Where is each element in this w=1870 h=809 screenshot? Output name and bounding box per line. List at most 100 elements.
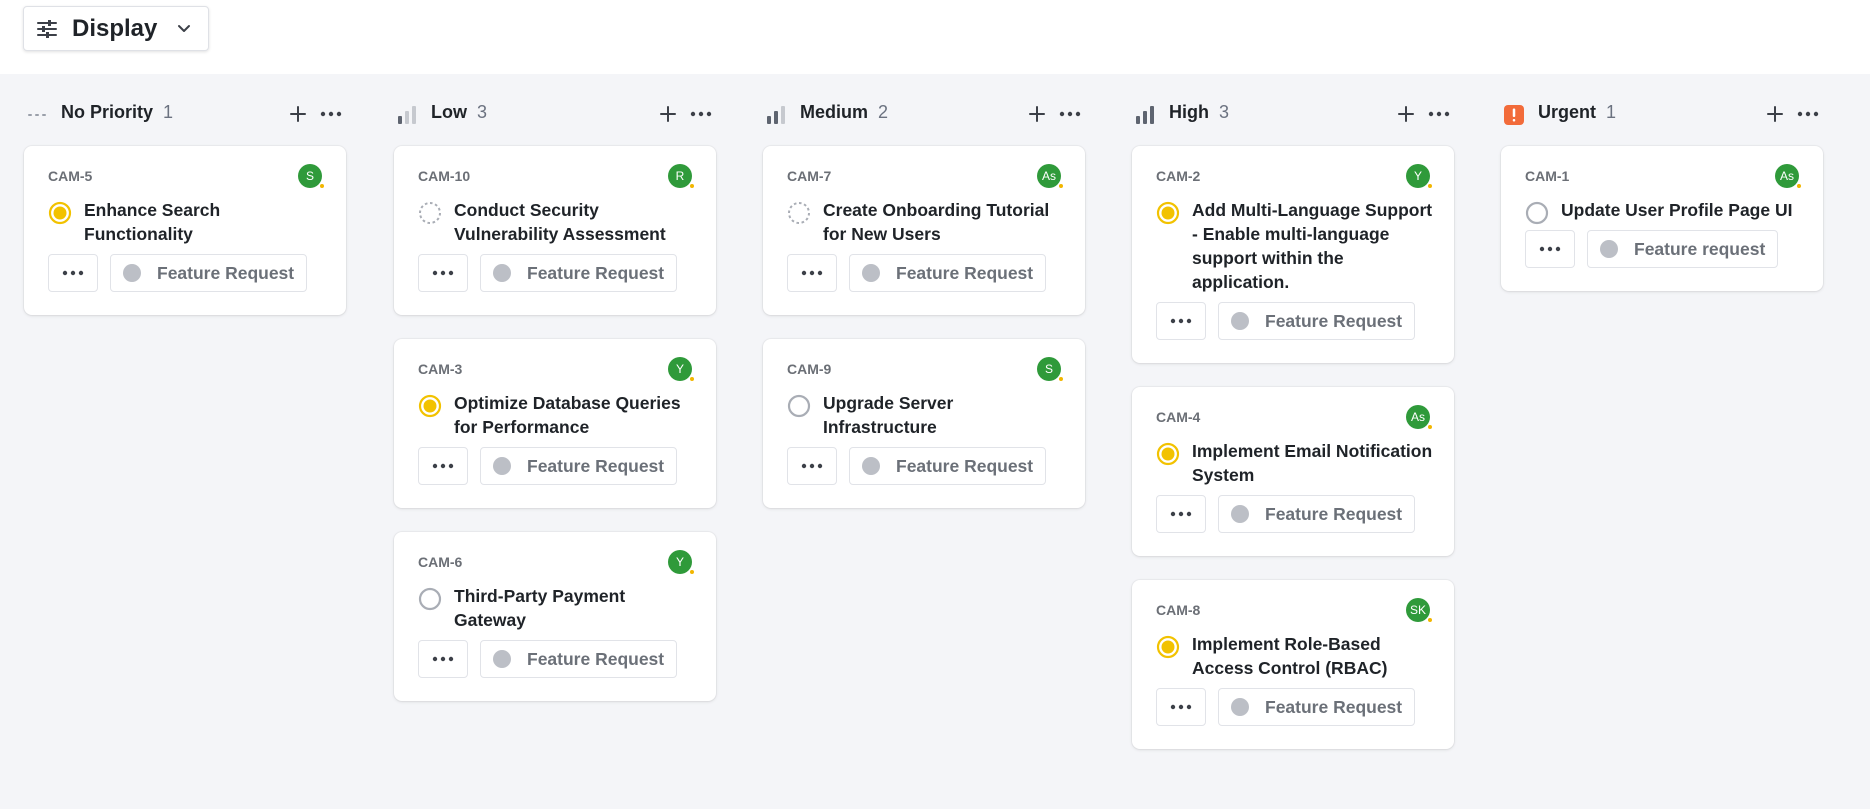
todo-status-icon[interactable] [418, 587, 442, 611]
priority-high-icon [1134, 104, 1156, 126]
issue-title[interactable]: Third-Party Payment Gateway [454, 584, 700, 632]
label-chip[interactable]: Feature Request [1218, 495, 1416, 533]
backlog-status-icon[interactable] [787, 201, 811, 225]
top-bar: Display [0, 0, 1870, 74]
more-horizontal-icon [1539, 246, 1561, 252]
label-text: Feature Request [896, 455, 1034, 476]
tune-icon [36, 18, 58, 40]
in-progress-status-icon[interactable] [1156, 442, 1180, 466]
plus-icon [1766, 105, 1784, 123]
avatar[interactable]: Y [668, 357, 695, 382]
issue-title[interactable]: Optimize Database Queries for Performanc… [454, 391, 700, 439]
in-progress-status-icon[interactable] [418, 394, 442, 418]
label-text: Feature Request [157, 262, 295, 283]
display-button[interactable]: Display [23, 6, 209, 51]
issue-card[interactable]: CAM-6 Y Third-Party Payment Gateway Feature… [394, 532, 716, 701]
issue-title[interactable]: Implement Email Notification System [1192, 439, 1438, 487]
add-issue-button[interactable] [1394, 102, 1418, 126]
more-horizontal-icon [432, 463, 454, 469]
issue-more-button[interactable] [418, 640, 468, 678]
avatar-initials: R [675, 169, 685, 183]
avatar-initials: Y [1413, 169, 1422, 183]
issue-card[interactable]: CAM-10 R Conduct Security Vulnerability As… [394, 146, 716, 315]
avatar[interactable]: As [1406, 405, 1433, 430]
more-horizontal-icon [690, 111, 712, 117]
label-dot-icon [123, 264, 141, 282]
issue-title[interactable]: Conduct Security Vulnerability Assessmen… [454, 198, 700, 246]
label-chip[interactable]: Feature Request [849, 447, 1047, 485]
issue-card[interactable]: CAM-8 SK Implement Role-Based Access Contr… [1132, 580, 1454, 749]
issue-more-button[interactable] [787, 447, 837, 485]
column-more-button[interactable] [1426, 102, 1452, 126]
issue-card[interactable]: CAM-7 As Create Onboarding Tutorial for Ne… [763, 146, 1085, 315]
issue-more-button[interactable] [1156, 688, 1206, 726]
avatar[interactable]: SK [1406, 598, 1433, 623]
column-header: Low 3 [394, 96, 716, 132]
in-progress-status-icon[interactable] [1156, 635, 1180, 659]
label-chip[interactable]: Feature Request [480, 640, 678, 678]
issue-title[interactable]: Add Multi-Language Support - Enable mult… [1192, 198, 1438, 294]
issue-title[interactable]: Create Onboarding Tutorial for New Users [823, 198, 1069, 246]
label-chip[interactable]: Feature request [1587, 230, 1779, 268]
issue-title[interactable]: Update User Profile Page UI [1561, 198, 1807, 222]
issue-card[interactable]: CAM-1 As Update User Profile Page UI Featur… [1501, 146, 1823, 291]
issue-card[interactable]: CAM-3 Y Optimize Database Queries for Perf… [394, 339, 716, 508]
status-dot [1058, 183, 1064, 189]
column-more-button[interactable] [318, 102, 344, 126]
issue-title[interactable]: Implement Role-Based Access Control (RBA… [1192, 632, 1438, 680]
column-more-button[interactable] [1057, 102, 1083, 126]
column-header: Medium 2 [763, 96, 1085, 132]
priority-medium-icon [765, 104, 787, 126]
column-title-text: Urgent [1538, 102, 1596, 122]
issue-more-button[interactable] [1156, 495, 1206, 533]
issue-more-button[interactable] [418, 447, 468, 485]
avatar[interactable]: As [1775, 164, 1802, 189]
issue-card[interactable]: CAM-9 S Upgrade Server Infrastructure Featu… [763, 339, 1085, 508]
issue-more-button[interactable] [418, 254, 468, 292]
add-issue-button[interactable] [286, 102, 310, 126]
issue-more-button[interactable] [48, 254, 98, 292]
todo-status-icon[interactable] [1525, 201, 1549, 225]
backlog-status-icon[interactable] [418, 201, 442, 225]
issue-more-button[interactable] [1156, 302, 1206, 340]
issue-more-button[interactable] [1525, 230, 1575, 268]
label-chip[interactable]: Feature Request [1218, 688, 1416, 726]
avatar[interactable]: S [298, 164, 325, 189]
priority-urgent-icon [1503, 104, 1525, 126]
status-dot [1058, 376, 1064, 382]
label-text: Feature request [1634, 238, 1766, 259]
in-progress-status-icon[interactable] [1156, 201, 1180, 225]
label-chip[interactable]: Feature Request [110, 254, 308, 292]
issue-card[interactable]: CAM-5 S Enhance Search Functionality Featur… [24, 146, 346, 315]
avatar[interactable]: Y [1406, 164, 1433, 189]
issue-title[interactable]: Enhance Search Functionality [84, 198, 330, 246]
issue-id: CAM-2 [1156, 168, 1201, 184]
add-issue-button[interactable] [1025, 102, 1049, 126]
status-dot [1427, 183, 1433, 189]
todo-status-icon[interactable] [787, 394, 811, 418]
add-issue-button[interactable] [1763, 102, 1787, 126]
issue-title[interactable]: Upgrade Server Infrastructure [823, 391, 1069, 439]
label-text: Feature Request [527, 262, 665, 283]
label-chip[interactable]: Feature Request [480, 447, 678, 485]
label-chip[interactable]: Feature Request [849, 254, 1047, 292]
label-chip[interactable]: Feature Request [1218, 302, 1416, 340]
display-label: Display [72, 14, 158, 42]
label-chip[interactable]: Feature Request [480, 254, 678, 292]
label-dot-icon [1231, 312, 1249, 330]
issue-card[interactable]: CAM-2 Y Add Multi-Language Support - Enabl… [1132, 146, 1454, 363]
column-more-button[interactable] [1795, 102, 1821, 126]
add-issue-button[interactable] [656, 102, 680, 126]
avatar[interactable]: R [668, 164, 695, 189]
avatar-initials: Y [675, 555, 684, 569]
column-header: No Priority 1 [24, 96, 346, 132]
more-horizontal-icon [320, 111, 342, 117]
column-more-button[interactable] [688, 102, 714, 126]
issue-more-button[interactable] [787, 254, 837, 292]
avatar[interactable]: S [1037, 357, 1064, 382]
issue-card[interactable]: CAM-4 As Implement Email Notification Syst… [1132, 387, 1454, 556]
more-horizontal-icon [432, 270, 454, 276]
in-progress-status-icon[interactable] [48, 201, 72, 225]
avatar[interactable]: As [1037, 164, 1064, 189]
avatar[interactable]: Y [668, 550, 695, 575]
